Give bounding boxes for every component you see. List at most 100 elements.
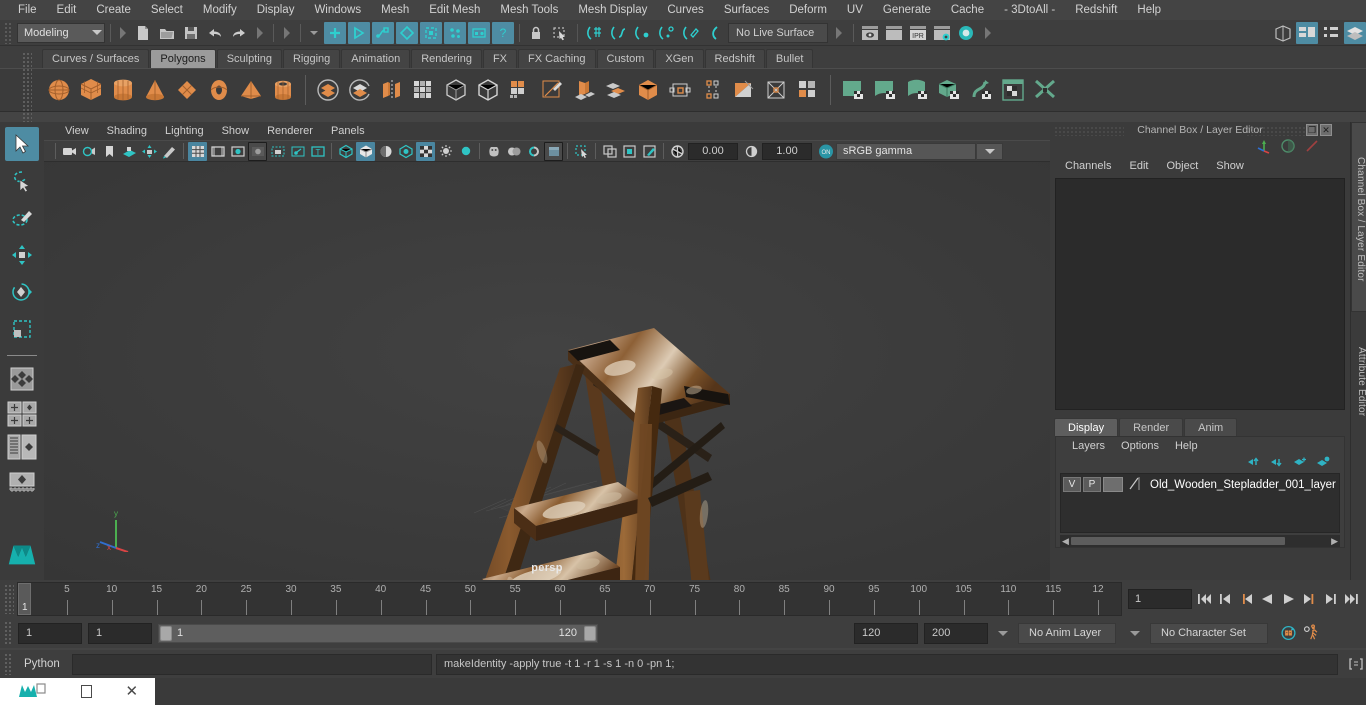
- channel-box-list[interactable]: [1055, 178, 1345, 410]
- animation-end-time-field[interactable]: 200: [924, 622, 988, 644]
- character-set-dropdown-arrow[interactable]: [1130, 630, 1140, 636]
- toggle-joint-xray-icon[interactable]: [288, 142, 307, 161]
- menu-edit[interactable]: Edit: [47, 1, 87, 19]
- exposure-field[interactable]: 0.00: [688, 142, 738, 160]
- redo-render-icon[interactable]: [883, 22, 905, 44]
- multisample-anti-aliasing-icon[interactable]: [524, 142, 543, 161]
- layer-list[interactable]: V P Old_Wooden_Stepladder_001_layer: [1060, 473, 1340, 533]
- create-new-layer-icon[interactable]: [1293, 456, 1307, 471]
- paint-select-tool-icon[interactable]: [5, 201, 39, 235]
- uv-3d-cut-sew-icon[interactable]: [1030, 73, 1060, 107]
- make-live-icon[interactable]: [704, 22, 726, 44]
- move-layer-up-icon[interactable]: [1247, 456, 1261, 471]
- color-space-dropdown-arrow[interactable]: [977, 142, 1003, 160]
- create-layer-from-selected-icon[interactable]: [1316, 456, 1330, 471]
- exposure-reset-icon[interactable]: [620, 142, 639, 161]
- previous-key-button[interactable]: [1238, 590, 1255, 609]
- menu-cache[interactable]: Cache: [941, 1, 994, 19]
- menu-help[interactable]: Help: [1127, 1, 1171, 19]
- rotate-gizmo-icon[interactable]: [1280, 138, 1296, 157]
- shelf-tab-rendering[interactable]: Rendering: [411, 49, 482, 68]
- range-slider[interactable]: 1 120: [158, 623, 598, 643]
- shadows-icon[interactable]: [456, 142, 475, 161]
- status-line-grip[interactable]: [4, 21, 12, 44]
- select-tool-icon[interactable]: [5, 127, 39, 161]
- viewport-menu-renderer[interactable]: Renderer: [258, 125, 322, 137]
- toggle-resolution-gate-icon[interactable]: [228, 142, 247, 161]
- play-forwards-button[interactable]: [1280, 590, 1297, 609]
- live-surface-field[interactable]: No Live Surface: [728, 22, 828, 43]
- move-axis-icon[interactable]: [1256, 138, 1272, 157]
- time-slider-grip[interactable]: [4, 584, 14, 614]
- toggle-gate-mask-icon[interactable]: [248, 141, 267, 161]
- viewport-menu-shading[interactable]: Shading: [98, 125, 156, 137]
- viewport-menu-lighting[interactable]: Lighting: [156, 125, 213, 137]
- uv-spherical-map-icon[interactable]: [902, 73, 932, 107]
- current-time-indicator[interactable]: 1: [18, 583, 31, 615]
- toggle-texture-border-icon[interactable]: T: [308, 142, 327, 161]
- wireframe-shading-icon[interactable]: [336, 142, 355, 161]
- ipr-render-icon[interactable]: IPR: [907, 22, 929, 44]
- extract-icon[interactable]: [377, 73, 407, 107]
- channel-menu-show[interactable]: Show: [1207, 160, 1253, 172]
- poly-pipe-icon[interactable]: [268, 73, 298, 107]
- open-scene-icon[interactable]: [156, 22, 178, 44]
- animation-start-time-field[interactable]: 1: [18, 622, 82, 644]
- move-layer-down-icon[interactable]: [1270, 456, 1284, 471]
- combine-icon[interactable]: [313, 73, 343, 107]
- vertical-tab-channel-box[interactable]: Channel Box / Layer Editor: [1351, 122, 1366, 312]
- shelf-tab-fx-caching[interactable]: FX Caching: [518, 49, 596, 68]
- new-scene-icon[interactable]: [132, 22, 154, 44]
- poly-torus-icon[interactable]: [204, 73, 234, 107]
- shelf-tab-redshift[interactable]: Redshift: [704, 49, 765, 68]
- sidebar-toggle-layers-icon[interactable]: [1344, 21, 1366, 44]
- scroll-right-arrow-icon[interactable]: ▶: [1329, 536, 1340, 547]
- layer-visibility-toggle[interactable]: V: [1063, 477, 1081, 492]
- poly-sphere-icon[interactable]: [44, 73, 74, 107]
- uv-editor-icon[interactable]: [998, 73, 1028, 107]
- dock-close-button[interactable]: ✕: [1320, 124, 1332, 136]
- uv-planar-map-icon[interactable]: [838, 73, 868, 107]
- command-input-field[interactable]: [72, 653, 432, 675]
- menu-modify[interactable]: Modify: [193, 1, 247, 19]
- quad-draw-icon[interactable]: [505, 73, 535, 107]
- undo-icon[interactable]: [204, 22, 226, 44]
- playback-start-time-field[interactable]: 1: [88, 622, 152, 644]
- viewport-menu-panels[interactable]: Panels: [322, 125, 374, 137]
- shelf-grip[interactable]: [22, 52, 32, 122]
- redo-icon[interactable]: [228, 22, 250, 44]
- shelf-tab-curves-surfaces[interactable]: Curves / Surfaces: [42, 49, 150, 68]
- shelf-tab-polygons[interactable]: Polygons: [150, 49, 216, 68]
- selection-mask-arrow-2-icon[interactable]: [284, 26, 290, 39]
- menu-uv[interactable]: UV: [837, 1, 873, 19]
- lasso-tool-icon[interactable]: [5, 164, 39, 198]
- menu-generate[interactable]: Generate: [873, 1, 941, 19]
- channel-menu-edit[interactable]: Edit: [1120, 160, 1157, 172]
- extrude-icon[interactable]: [569, 73, 599, 107]
- select-camera-icon[interactable]: [60, 142, 79, 161]
- select-vertices-icon[interactable]: [396, 21, 418, 44]
- quick-layout-two-pane-icon[interactable]: [5, 399, 39, 429]
- menu-create[interactable]: Create: [86, 1, 141, 19]
- poly-pyramid-icon[interactable]: [236, 73, 266, 107]
- vertical-tab-attribute-editor[interactable]: Attribute Editor: [1351, 320, 1366, 440]
- scale-gizmo-icon[interactable]: [1304, 138, 1320, 157]
- image-plane-icon[interactable]: [120, 142, 139, 161]
- end-section-arrow-icon[interactable]: [985, 26, 991, 39]
- anim-layer-dropdown-arrow[interactable]: [998, 630, 1008, 636]
- menu-set-selector[interactable]: Modeling: [17, 22, 105, 43]
- channel-menu-object[interactable]: Object: [1157, 160, 1207, 172]
- isolate-select-icon[interactable]: [572, 142, 591, 161]
- maximize-icon[interactable]: [80, 685, 92, 698]
- crease-tool-icon[interactable]: [729, 73, 759, 107]
- shelf-tab-sculpting[interactable]: Sculpting: [216, 49, 282, 68]
- exposure-icon[interactable]: [668, 142, 687, 161]
- separate-icon[interactable]: [345, 73, 375, 107]
- use-all-lights-icon[interactable]: [436, 142, 455, 161]
- scroll-left-arrow-icon[interactable]: ◀: [1060, 536, 1071, 547]
- close-icon[interactable]: ✕: [125, 684, 138, 699]
- render-section-arrow-icon[interactable]: [836, 26, 842, 39]
- menu-display[interactable]: Display: [247, 1, 305, 19]
- select-tool-marquee-icon[interactable]: [549, 22, 571, 44]
- bevel-icon[interactable]: [601, 73, 631, 107]
